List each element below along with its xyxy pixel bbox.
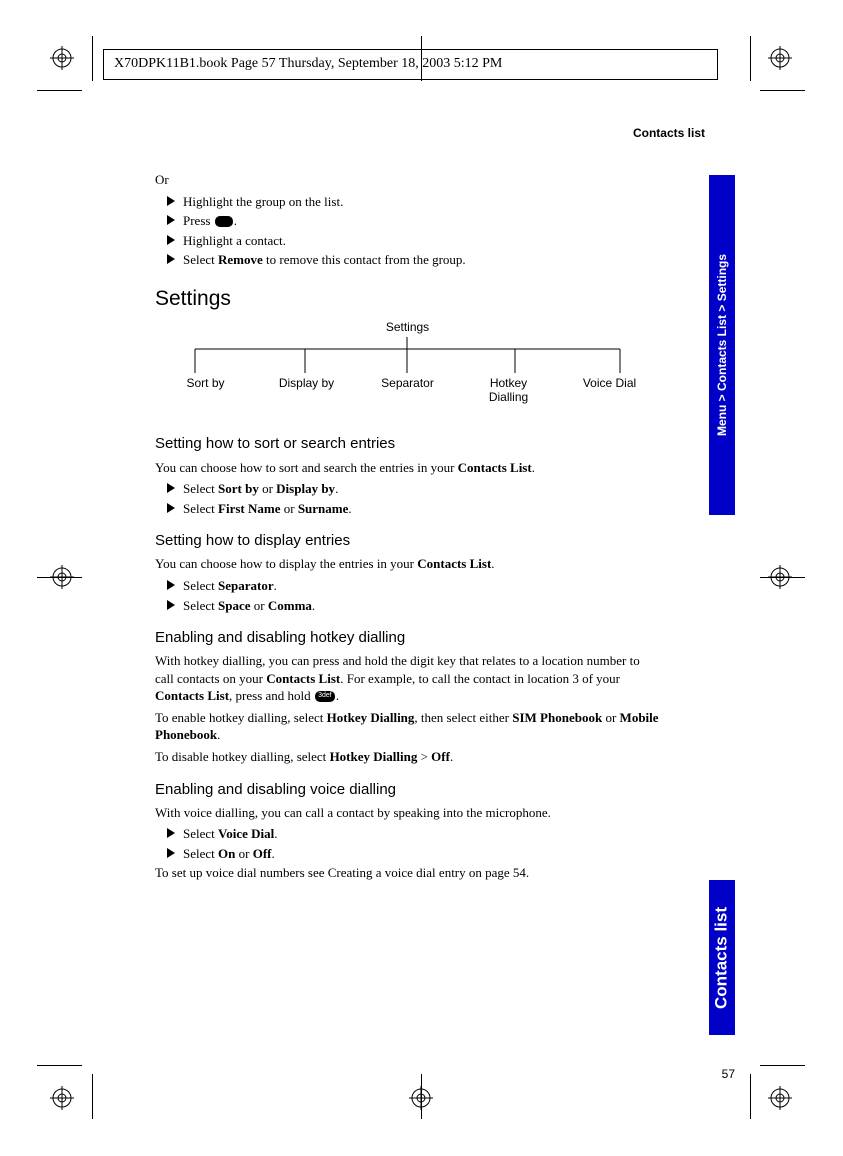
display-heading: Setting how to display entries <box>155 531 660 551</box>
step-text: Select Separator. <box>183 577 277 595</box>
list-item: Select Remove to remove this contact fro… <box>167 251 660 269</box>
tree-leaf: Voice Dial <box>559 377 660 405</box>
triangle-icon <box>167 232 183 250</box>
body-text: You can choose how to sort and search th… <box>155 459 660 477</box>
tree-leaf: Separator <box>357 377 458 405</box>
body-text: With hotkey dialling, you can press and … <box>155 652 660 705</box>
page-number: 57 <box>722 1066 735 1082</box>
triangle-icon <box>167 480 183 498</box>
triangle-icon <box>167 825 183 843</box>
key-icon <box>215 216 233 227</box>
list-item: Select On or Off. <box>167 845 660 863</box>
reg-mark-bl <box>50 1086 74 1110</box>
tree-leaf: Sort by <box>155 377 256 405</box>
triangle-icon <box>167 577 183 595</box>
body-text: With voice dialling, you can call a cont… <box>155 804 660 822</box>
or-label: Or <box>155 171 660 189</box>
tree-lines <box>155 337 660 377</box>
list-item: Highlight the group on the list. <box>167 193 660 211</box>
triangle-icon <box>167 193 183 211</box>
body-text: To enable hotkey dialling, select Hotkey… <box>155 709 660 744</box>
step-text: Select Remove to remove this contact fro… <box>183 251 466 269</box>
step-text: Highlight the group on the list. <box>183 193 343 211</box>
tree-leaf: Hotkey Dialling <box>458 377 559 405</box>
section-tab-text: Contacts list <box>711 906 734 1008</box>
reg-mark-br <box>768 1086 792 1110</box>
tree-leaf: Display by <box>256 377 357 405</box>
body-text: To disable hotkey dialling, select Hotke… <box>155 748 660 766</box>
list-item: Select Voice Dial. <box>167 825 660 843</box>
running-head: Contacts list <box>155 125 705 141</box>
list-item: Press . <box>167 212 660 230</box>
step-text: Highlight a contact. <box>183 232 286 250</box>
triangle-icon <box>167 251 183 269</box>
page-body: Contacts list Or Highlight the group on … <box>155 125 715 886</box>
triangle-icon <box>167 597 183 615</box>
step-text: Select Voice Dial. <box>183 825 277 843</box>
list-item: Select Space or Comma. <box>167 597 660 615</box>
step-text: Select First Name or Surname. <box>183 500 352 518</box>
list-item: Highlight a contact. <box>167 232 660 250</box>
step-text: Select Space or Comma. <box>183 597 315 615</box>
breadcrumb-tab: Menu > Contacts List > Settings <box>709 175 735 515</box>
tree-root: Settings <box>386 319 429 335</box>
triangle-icon <box>167 845 183 863</box>
list-item: Select Separator. <box>167 577 660 595</box>
breadcrumb-text: Menu > Contacts List > Settings <box>714 254 730 436</box>
body-text: To set up voice dial numbers see Creatin… <box>155 864 660 882</box>
step-text: Select Sort by or Display by. <box>183 480 338 498</box>
print-header: X70DPK11B1.book Page 57 Thursday, Septem… <box>103 49 718 80</box>
print-header-text: X70DPK11B1.book Page 57 Thursday, Septem… <box>114 56 502 71</box>
body-text: You can choose how to display the entrie… <box>155 555 660 573</box>
list-item: Select Sort by or Display by. <box>167 480 660 498</box>
voice-heading: Enabling and disabling voice dialling <box>155 780 660 800</box>
sort-search-heading: Setting how to sort or search entries <box>155 434 660 454</box>
triangle-icon <box>167 500 183 518</box>
reg-mark-tr <box>768 46 792 70</box>
settings-heading: Settings <box>155 285 660 313</box>
list-item: Select First Name or Surname. <box>167 500 660 518</box>
key-3-icon: 3def <box>315 691 335 702</box>
hotkey-heading: Enabling and disabling hotkey dialling <box>155 628 660 648</box>
step-text: Press . <box>183 212 237 230</box>
triangle-icon <box>167 212 183 230</box>
step-text: Select On or Off. <box>183 845 275 863</box>
reg-mark-tl <box>50 46 74 70</box>
section-tab: Contacts list <box>709 880 735 1035</box>
settings-tree: Settings Sort by Display by Separator Ho… <box>155 319 660 404</box>
